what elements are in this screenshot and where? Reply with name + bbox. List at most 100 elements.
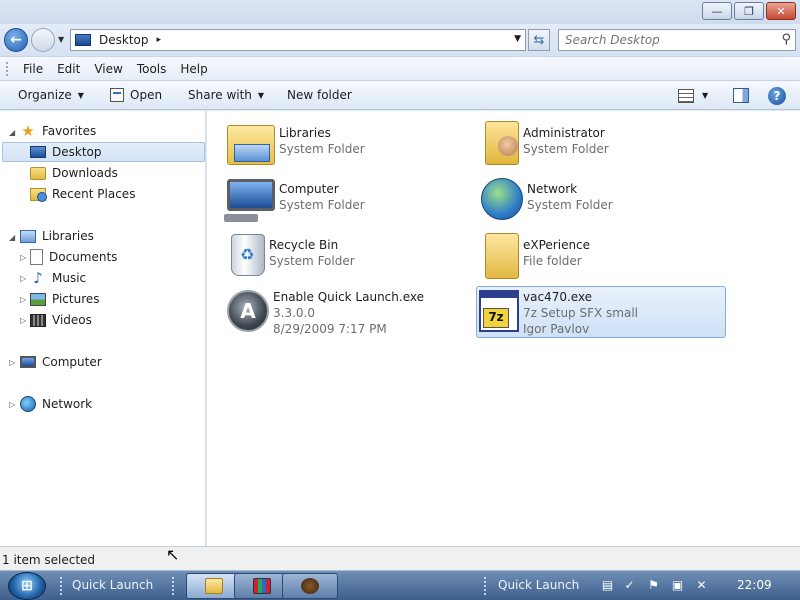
share-with-label: Share with xyxy=(188,88,252,102)
title-bar: — ❐ ✕ xyxy=(0,0,800,24)
quick-launch-toolbar-label[interactable]: Quick Launch xyxy=(498,578,579,592)
recent-pages-dropdown[interactable]: ▼ xyxy=(58,35,64,44)
menu-edit[interactable]: Edit xyxy=(50,62,87,76)
winrar-icon xyxy=(253,578,271,594)
expand-network-icon[interactable]: ▷ xyxy=(9,400,15,409)
refresh-button[interactable]: ⇆ xyxy=(528,29,550,51)
tree-documents[interactable]: Documents xyxy=(30,247,200,267)
open-button[interactable]: Open xyxy=(110,88,162,102)
change-view-icon[interactable] xyxy=(678,89,694,103)
preview-pane-icon[interactable] xyxy=(733,88,749,103)
expand-computer-icon[interactable]: ▷ xyxy=(9,358,15,367)
quick-launch-app-icon: A xyxy=(227,290,269,332)
file-type: System Folder xyxy=(279,142,365,156)
volume-muted-icon[interactable]: ✕ xyxy=(694,578,709,593)
file-version: 3.3.0.0 xyxy=(273,306,315,320)
tree-downloads[interactable]: Downloads xyxy=(30,163,200,183)
tree-recent-places[interactable]: Recent Places xyxy=(30,184,200,204)
address-segment-desktop[interactable]: Desktop xyxy=(99,33,149,47)
expand-pictures-icon[interactable]: ▷ xyxy=(20,295,26,304)
document-icon xyxy=(30,249,43,265)
back-button[interactable]: ← xyxy=(4,28,28,52)
document-tray-icon[interactable]: ▤ xyxy=(600,578,615,593)
toolbar-grip[interactable] xyxy=(60,577,64,595)
file-type: System Folder xyxy=(523,142,609,156)
view-options-dropdown[interactable]: ▼ xyxy=(702,91,708,100)
search-icon[interactable]: ⚲ xyxy=(781,32,791,47)
tree-desktop[interactable]: Desktop xyxy=(2,142,205,162)
open-label: Open xyxy=(130,88,163,102)
chevron-down-icon: ▼ xyxy=(77,90,84,100)
bug-icon xyxy=(301,578,319,594)
file-item-libraries[interactable]: Libraries System Folder xyxy=(225,119,475,171)
menu-bar: File Edit View Tools Help xyxy=(0,56,800,80)
file-item-enable-quick-launch[interactable]: A Enable Quick Launch.exe 3.3.0.0 8/29/2… xyxy=(225,287,475,343)
file-type: System Folder xyxy=(527,198,613,212)
file-item-experience[interactable]: eXPerience File folder xyxy=(479,231,729,283)
menu-tools[interactable]: Tools xyxy=(130,62,174,76)
clock[interactable]: 22:09 xyxy=(737,578,772,592)
7z-setup-icon xyxy=(479,290,519,332)
file-item-computer[interactable]: Computer System Folder xyxy=(224,175,475,227)
toolbar-grip[interactable] xyxy=(484,577,488,595)
menu-view[interactable]: View xyxy=(87,62,129,76)
quick-launch-toolbar-label[interactable]: Quick Launch xyxy=(72,578,153,592)
network-icon xyxy=(20,396,36,412)
share-with-button[interactable]: Share with ▼ xyxy=(188,88,264,102)
tree-computer[interactable]: Computer xyxy=(20,352,200,372)
menu-file[interactable]: File xyxy=(16,62,50,76)
chevron-right-icon[interactable]: ▸ xyxy=(157,35,162,45)
refresh-icon: ⇆ xyxy=(533,32,545,48)
chevron-down-icon: ▼ xyxy=(58,35,65,44)
recycle-bin-icon xyxy=(231,234,265,276)
maximize-button[interactable]: ❐ xyxy=(734,2,764,20)
tree-label: Pictures xyxy=(52,292,100,306)
tree-label: Music xyxy=(52,271,87,285)
collapse-favorites-icon[interactable]: ◢ xyxy=(9,128,15,137)
folder-icon xyxy=(485,233,519,279)
computer-icon xyxy=(20,356,36,368)
flag-icon[interactable]: ⚑ xyxy=(646,578,661,593)
chevron-down-icon: ▼ xyxy=(257,90,265,100)
file-item-vac470[interactable]: vac470.exe 7z Setup SFX small Igor Pavlo… xyxy=(476,286,726,338)
tree-label: Computer xyxy=(42,355,102,369)
tree-libraries[interactable]: Libraries xyxy=(20,226,200,246)
downloads-folder-icon xyxy=(30,166,46,180)
file-type: System Folder xyxy=(269,254,355,268)
menu-help[interactable]: Help xyxy=(173,62,214,76)
organize-button[interactable]: Organize ▼ xyxy=(18,88,84,102)
minimize-button[interactable]: — xyxy=(702,2,732,20)
desktop-icon xyxy=(30,146,46,158)
folder-icon xyxy=(205,578,223,594)
file-item-recycle-bin[interactable]: Recycle Bin System Folder xyxy=(225,231,475,283)
tree-label: Desktop xyxy=(52,145,102,159)
close-button[interactable]: ✕ xyxy=(766,2,796,20)
expand-documents-icon[interactable]: ▷ xyxy=(20,253,26,262)
forward-button[interactable] xyxy=(31,28,55,52)
search-input[interactable] xyxy=(565,30,765,50)
file-item-administrator[interactable]: Administrator System Folder xyxy=(479,119,729,171)
libraries-icon xyxy=(227,125,275,165)
address-dropdown-icon[interactable]: ▼ xyxy=(514,34,521,44)
file-date: 8/29/2009 7:17 PM xyxy=(273,322,387,336)
address-bar[interactable]: Desktop ▸ ▼ xyxy=(70,29,526,51)
expand-music-icon[interactable]: ▷ xyxy=(20,274,26,283)
expand-videos-icon[interactable]: ▷ xyxy=(20,316,26,325)
taskbar-button-app[interactable] xyxy=(282,573,338,599)
start-button[interactable]: ⊞ xyxy=(8,572,46,600)
tree-network[interactable]: Network xyxy=(20,394,200,414)
network-tray-icon[interactable]: ▣ xyxy=(670,578,685,593)
security-tray-icon[interactable]: ✓ xyxy=(622,578,637,593)
toolbar-grip[interactable] xyxy=(172,577,176,595)
file-item-network[interactable]: Network System Folder xyxy=(479,175,729,227)
new-folder-button[interactable]: New folder xyxy=(287,88,352,102)
file-name: eXPerience xyxy=(523,238,591,252)
new-folder-label: New folder xyxy=(287,88,352,102)
tree-videos[interactable]: Videos xyxy=(30,310,200,330)
collapse-libraries-icon[interactable]: ◢ xyxy=(9,233,15,242)
tree-pictures[interactable]: Pictures xyxy=(30,289,200,309)
help-icon[interactable]: ? xyxy=(768,87,786,105)
search-box[interactable]: ⚲ xyxy=(558,29,796,51)
tree-favorites[interactable]: ★ Favorites xyxy=(20,121,200,141)
tree-music[interactable]: ♪ Music xyxy=(30,268,200,288)
